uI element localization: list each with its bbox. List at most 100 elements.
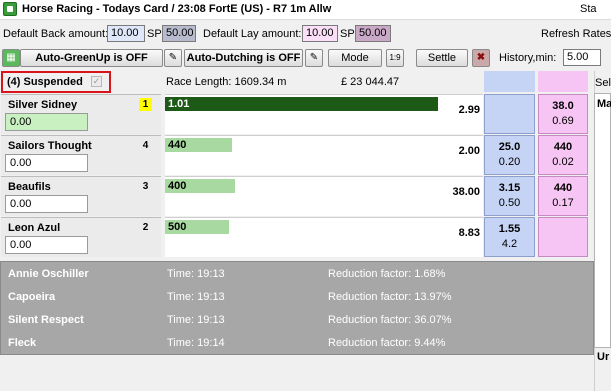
non-runner-time: Time: 19:14 xyxy=(167,337,225,349)
suspended-checkbox[interactable]: ✓ xyxy=(91,76,102,87)
back-price-cell[interactable]: 1.55 4.2 xyxy=(484,217,535,257)
back-size: 0.20 xyxy=(498,156,521,168)
traded-volume-bar xyxy=(165,97,438,111)
runner-odds: 2.00 xyxy=(458,145,480,157)
market-status-label: (4) Suspended xyxy=(7,76,83,88)
ratio-icon[interactable]: 1:9 xyxy=(386,49,404,67)
non-runner-name: Annie Oschiller xyxy=(8,268,89,280)
back-size: 0.50 xyxy=(498,197,521,209)
bar-label: 500 xyxy=(168,221,187,233)
runner-odds: 38.00 xyxy=(452,186,480,198)
back-column-header xyxy=(484,71,535,92)
default-back-sp-label: SP xyxy=(147,28,162,40)
non-runner-row: Capoeira Time: 19:13 Reduction factor: 13.… xyxy=(1,286,595,309)
runner-name-cell: Leon Azul 2 0.00 xyxy=(1,217,161,257)
side-panel-bottom-text: Ur xyxy=(597,351,610,363)
close-x-icon[interactable]: ✖ xyxy=(472,49,490,67)
lay-price: 440 xyxy=(553,182,573,194)
saddle-cloth-number: 4 xyxy=(142,140,149,151)
history-label: History,min: xyxy=(499,52,557,64)
non-runner-time: Time: 19:13 xyxy=(167,291,225,303)
bar-label: 400 xyxy=(168,180,187,192)
runner-price-graph: 400 38.00 xyxy=(165,176,483,216)
profit-loss-field[interactable]: 0.00 xyxy=(5,113,88,131)
non-runner-row: Fleck Time: 19:14 Reduction factor: 9.44% xyxy=(1,332,595,355)
window-title: Horse Racing - Todays Card / 23:08 FortE… xyxy=(22,3,332,15)
back-price: 3.15 xyxy=(498,182,521,194)
runner-name[interactable]: Beaufils xyxy=(8,181,51,193)
default-lay-sp-label: SP xyxy=(340,28,355,40)
total-matched: £ 23 044.47 xyxy=(341,76,400,88)
reduction-factor: Reduction factor: 1.68% xyxy=(328,268,446,280)
runner-odds: 8.83 xyxy=(458,227,480,239)
market-status-box: (4) Suspended ✓ xyxy=(1,71,111,93)
non-runner-row: Silent Respect Time: 19:13 Reduction facto… xyxy=(1,309,595,332)
non-runner-name: Silent Respect xyxy=(8,314,84,326)
bar-label: 440 xyxy=(168,139,187,151)
mode-button[interactable]: Mode xyxy=(328,49,382,67)
back-price-cell[interactable]: 3.15 0.50 xyxy=(484,176,535,216)
saddle-cloth-number: 2 xyxy=(142,222,149,233)
profit-loss-field[interactable]: 0.00 xyxy=(5,195,88,213)
non-runner-time: Time: 19:13 xyxy=(167,268,225,280)
default-lay-sp-input[interactable]: 50.00 xyxy=(355,25,391,42)
profit-loss-field[interactable]: 0.00 xyxy=(5,154,88,172)
default-lay-amount-input[interactable]: 10.00 xyxy=(302,25,338,42)
default-back-label: Default Back amount: xyxy=(3,28,109,40)
app-icon xyxy=(3,2,17,16)
non-runner-name: Fleck xyxy=(8,337,37,349)
title-bar: Horse Racing - Todays Card / 23:08 FortE… xyxy=(0,0,611,20)
reduction-factor: Reduction factor: 36.07% xyxy=(328,314,452,326)
lay-column-header xyxy=(538,71,588,92)
lay-price: 440 xyxy=(553,141,573,153)
greenup-settings-icon[interactable]: ✎ xyxy=(164,49,182,67)
runner-name[interactable]: Leon Azul xyxy=(8,222,60,234)
side-panel: Ma xyxy=(594,93,611,348)
refresh-rates-label: Refresh Rates xyxy=(541,28,611,40)
non-runner-row: Annie Oschiller Time: 19:13 Reduction fact… xyxy=(1,263,595,286)
auto-dutching-button[interactable]: Auto-Dutching is OFF xyxy=(184,49,303,67)
side-header-text: Sele xyxy=(595,77,611,89)
lay-size: 0.17 xyxy=(552,197,574,209)
lay-size: 0.69 xyxy=(552,115,574,127)
title-right-text: Sta xyxy=(580,3,597,15)
back-price-cell[interactable] xyxy=(484,94,535,134)
dutching-settings-icon[interactable]: ✎ xyxy=(305,49,323,67)
lay-size: 0.02 xyxy=(552,156,574,168)
back-price: 1.55 xyxy=(498,223,521,235)
lay-price-cell[interactable]: 440 0.02 xyxy=(538,135,588,175)
runner-name-cell: Sailors Thought 4 0.00 xyxy=(1,135,161,175)
grid-icon[interactable]: ▦ xyxy=(2,49,20,67)
non-runner-time: Time: 19:13 xyxy=(167,314,225,326)
default-back-sp-input[interactable]: 50.00 xyxy=(162,25,196,42)
profit-loss-field[interactable]: 0.00 xyxy=(5,236,88,254)
back-size: 4.2 xyxy=(501,238,518,250)
runner-name-cell: Beaufils 3 0.00 xyxy=(1,176,161,216)
runner-name[interactable]: Sailors Thought xyxy=(8,140,92,152)
back-price: 25.0 xyxy=(498,141,521,153)
saddle-cloth-number: 1 xyxy=(139,98,152,111)
race-length: Race Length: 1609.34 m xyxy=(166,76,287,88)
lay-price-cell[interactable] xyxy=(538,217,588,257)
back-price-cell[interactable]: 25.0 0.20 xyxy=(484,135,535,175)
default-back-amount-input[interactable]: 10.00 xyxy=(107,25,145,42)
reduction-factor: Reduction factor: 13.97% xyxy=(328,291,452,303)
history-minutes-input[interactable]: 5.00 xyxy=(563,49,601,66)
runner-price-graph: 500 8.83 xyxy=(165,217,483,257)
saddle-cloth-number: 3 xyxy=(142,181,149,192)
non-runners-panel: Annie Oschiller Time: 19:13 Reduction fact… xyxy=(0,261,594,355)
runner-name-cell: Silver Sidney 1 0.00 xyxy=(1,94,161,134)
side-panel-title: Ma xyxy=(597,98,611,110)
default-lay-label: Default Lay amount: xyxy=(203,28,302,40)
settle-button[interactable]: Settle xyxy=(416,49,468,67)
reduction-factor: Reduction factor: 9.44% xyxy=(328,337,446,349)
runner-name[interactable]: Silver Sidney xyxy=(8,99,77,111)
runner-odds: 2.99 xyxy=(458,104,480,116)
lay-price-cell[interactable]: 440 0.17 xyxy=(538,176,588,216)
runner-price-graph: 1.01 2.99 xyxy=(165,94,483,134)
auto-greenup-button[interactable]: Auto-GreenUp is OFF xyxy=(20,49,163,67)
lay-price: 38.0 xyxy=(552,100,574,112)
non-runner-name: Capoeira xyxy=(8,291,56,303)
bar-label: 1.01 xyxy=(168,98,190,110)
lay-price-cell[interactable]: 38.0 0.69 xyxy=(538,94,588,134)
